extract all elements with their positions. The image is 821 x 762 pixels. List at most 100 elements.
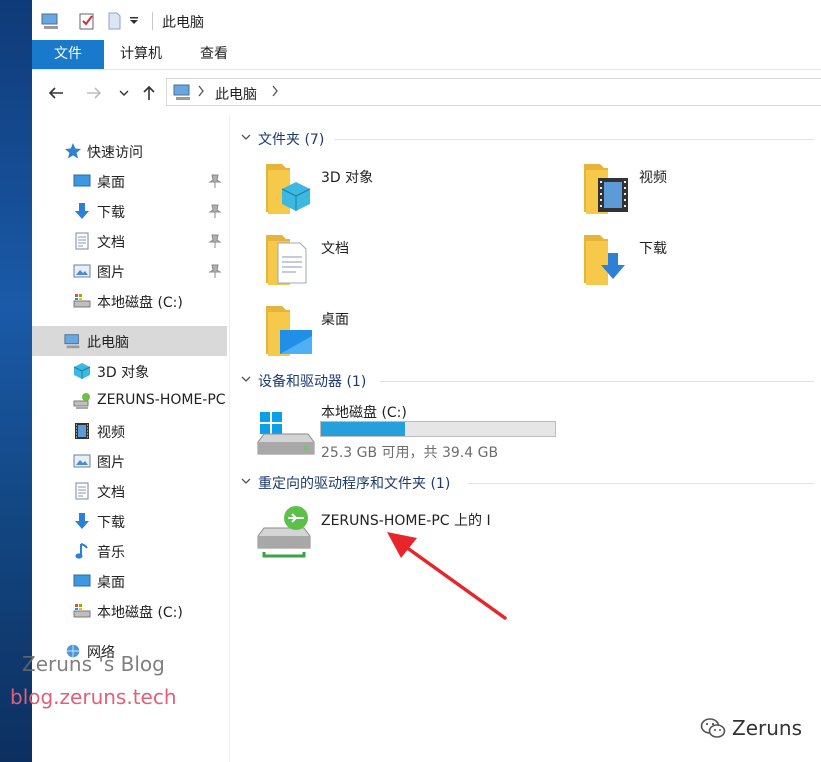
address-bar[interactable]: 此电脑 [166, 78, 821, 106]
pin-icon[interactable] [208, 263, 222, 279]
folder-desktop-icon [266, 306, 312, 356]
folder-downloads[interactable]: 下载 [580, 231, 680, 291]
nav-item-pictures-pc[interactable]: 图片 [32, 446, 227, 476]
nav-label: 3D 对象 [97, 365, 150, 381]
document-icon [73, 482, 91, 500]
tab-computer[interactable]: 计算机 [110, 40, 172, 69]
nav-label: 图片 [97, 455, 125, 471]
back-button[interactable] [44, 82, 68, 104]
wechat-icon [700, 718, 726, 738]
annotation-arrow-icon [387, 532, 507, 620]
nav-item-documents-pc[interactable]: 文档 [32, 476, 227, 506]
customize-toolbar-chevron-icon[interactable] [126, 10, 142, 32]
title-separator [152, 12, 153, 30]
redirected-drive-label: ZERUNS-HOME-PC 上的 I [321, 513, 491, 529]
nav-item-documents[interactable]: 文档 [32, 226, 227, 256]
breadcrumb-chevron-icon[interactable] [197, 85, 205, 101]
window-title: 此电脑 [162, 15, 204, 31]
collapse-chevron-icon[interactable] [240, 475, 252, 487]
nav-quick-access[interactable]: 快速访问 [32, 136, 227, 166]
film-icon [73, 422, 91, 440]
nav-item-3d-objects[interactable]: 3D 对象 [32, 356, 227, 386]
download-arrow-icon [73, 512, 91, 530]
drive-usage-bar [320, 421, 556, 437]
picture-icon [73, 452, 91, 470]
group-divider [334, 139, 814, 140]
group-divider [468, 483, 814, 484]
forward-button[interactable] [82, 82, 106, 104]
download-arrow-icon [73, 202, 91, 220]
recent-locations-chevron-icon[interactable] [116, 82, 132, 104]
drive-label: 本地磁盘 (C:) [321, 405, 407, 421]
nav-item-pictures[interactable]: 图片 [32, 256, 227, 286]
nav-label: 此电脑 [87, 335, 129, 351]
group-header-devices[interactable]: 设备和驱动器 (1) [258, 371, 366, 391]
group-divider [380, 381, 814, 382]
breadcrumb-chevron-icon[interactable] [271, 85, 279, 101]
desktop-icon [73, 572, 91, 590]
up-button[interactable] [138, 82, 160, 104]
title-bar: 此电脑 [32, 0, 821, 40]
nav-label: 文档 [97, 485, 125, 501]
tab-view[interactable]: 查看 [184, 40, 244, 69]
drive-icon [73, 602, 91, 620]
nav-label: 图片 [97, 265, 125, 281]
picture-icon [73, 262, 91, 280]
desktop-icon [73, 172, 91, 190]
group-header-redirected[interactable]: 重定向的驱动程序和文件夹 (1) [258, 473, 450, 493]
nav-label: 音乐 [97, 545, 125, 561]
desktop-background [0, 0, 32, 762]
blog-url-watermark: blog.zeruns.tech [10, 685, 177, 709]
computer-icon [173, 83, 193, 105]
nav-item-local-disk-pc[interactable]: 本地磁盘 (C:) [32, 596, 227, 626]
nav-item-desktop[interactable]: 桌面 [32, 166, 227, 196]
nav-item-downloads-pc[interactable]: 下载 [32, 506, 227, 536]
collapse-chevron-icon[interactable] [240, 131, 252, 143]
network-drive-icon [73, 392, 91, 410]
properties-icon[interactable] [76, 10, 98, 32]
pin-icon[interactable] [208, 173, 222, 189]
nav-item-desktop-pc[interactable]: 桌面 [32, 566, 227, 596]
blog-name-watermark: Zeruns 's Blog [22, 652, 165, 676]
computer-icon [64, 332, 82, 350]
file-explorer-window: 此电脑 文件 计算机 查看 此电脑 快速访问 桌面 下载 文档 图片 本地磁盘 … [32, 0, 821, 762]
pin-icon[interactable] [208, 233, 222, 249]
nav-this-pc[interactable]: 此电脑 [32, 326, 227, 356]
network-drive-icon [257, 506, 311, 558]
folder-downloads-icon [584, 235, 625, 285]
wechat-account: Zeruns [732, 716, 802, 740]
nav-item-videos[interactable]: 视频 [32, 416, 227, 446]
drive-usage-fill [321, 422, 406, 436]
nav-item-local-disk[interactable]: 本地磁盘 (C:) [32, 286, 227, 316]
computer-icon[interactable] [40, 10, 62, 32]
cube-icon [73, 362, 91, 380]
drive-space-info: 25.3 GB 可用，共 39.4 GB [321, 445, 499, 461]
ribbon-tabs: 文件 计算机 查看 [32, 40, 821, 70]
nav-label: 桌面 [97, 175, 125, 191]
folder-videos[interactable]: 视频 [580, 160, 680, 220]
folder-documents[interactable]: 文档 [262, 231, 362, 291]
nav-label: 快速访问 [87, 145, 143, 161]
wechat-watermark: Zeruns [700, 716, 802, 740]
folder-label: 3D 对象 [321, 170, 374, 186]
drive-icon [73, 292, 91, 310]
folder-label: 文档 [321, 241, 349, 257]
collapse-chevron-icon[interactable] [240, 373, 252, 385]
nav-label: 视频 [97, 425, 125, 441]
pane-divider [229, 116, 230, 762]
nav-label: 本地磁盘 (C:) [97, 605, 183, 621]
star-icon [64, 142, 82, 160]
breadcrumb-this-pc[interactable]: 此电脑 [215, 84, 257, 104]
tab-file[interactable]: 文件 [32, 40, 104, 69]
nav-item-downloads[interactable]: 下载 [32, 196, 227, 226]
nav-item-network-drive[interactable]: ZERUNS-HOME-PC [32, 386, 227, 416]
folder-3d-objects[interactable]: 3D 对象 [262, 160, 373, 220]
nav-label: 下载 [97, 205, 125, 221]
new-folder-icon[interactable] [104, 10, 124, 32]
nav-label: 下载 [97, 515, 125, 531]
nav-item-music[interactable]: 音乐 [32, 536, 227, 566]
document-icon [73, 232, 91, 250]
group-header-folders[interactable]: 文件夹 (7) [258, 129, 324, 149]
pin-icon[interactable] [208, 203, 222, 219]
folder-desktop[interactable]: 桌面 [262, 302, 362, 362]
